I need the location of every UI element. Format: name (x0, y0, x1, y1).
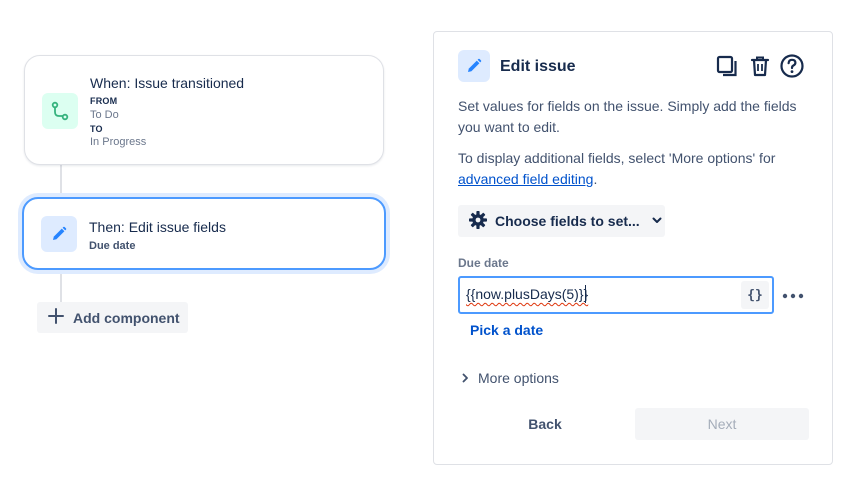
action-title: Then: Edit issue fields (89, 219, 226, 235)
duplicate-icon[interactable] (713, 52, 741, 80)
pick-a-date-link[interactable]: Pick a date (470, 322, 543, 338)
plus-icon (47, 307, 65, 328)
due-date-label: Due date (458, 256, 509, 270)
more-options-toggle[interactable]: More options (460, 370, 559, 386)
flow-connector-top (60, 165, 62, 197)
trigger-to-value: In Progress (90, 136, 147, 148)
chevron-down-icon (651, 213, 663, 229)
gear-icon (468, 210, 488, 233)
advanced-editing-suffix: . (593, 171, 598, 187)
chevron-right-icon (460, 370, 470, 386)
more-actions-icon[interactable] (780, 284, 806, 308)
trigger-from-label: FROM (90, 96, 118, 106)
edit-issue-panel: Edit issue Set values for fields on the … (433, 31, 833, 465)
add-component-button[interactable]: Add component (37, 302, 188, 333)
due-date-input[interactable]: {{now.plusDays(5)}} {} (458, 276, 774, 314)
trigger-title: When: Issue transitioned (90, 75, 245, 91)
trigger-to-label: TO (90, 124, 103, 134)
delete-icon[interactable] (746, 52, 774, 80)
trigger-from-value: To Do (90, 109, 119, 121)
more-options-label: More options (478, 370, 559, 386)
smart-value-button[interactable]: {} (741, 281, 769, 309)
advanced-field-editing-link[interactable]: advanced field editing (458, 171, 593, 187)
advanced-editing-text: To display additional fields, select 'Mo… (458, 150, 776, 166)
text-caret (585, 285, 586, 303)
choose-fields-button[interactable]: Choose fields to set... (458, 205, 665, 237)
advanced-editing-note: To display additional fields, select 'Mo… (458, 148, 798, 190)
panel-description: Set values for fields on the issue. Simp… (458, 98, 797, 135)
help-icon[interactable] (778, 52, 806, 80)
add-component-label: Add component (73, 309, 180, 326)
action-card[interactable]: Then: Edit issue fields Due date (22, 197, 386, 270)
pencil-icon (458, 50, 490, 82)
back-button[interactable]: Back (491, 408, 599, 440)
pencil-icon (41, 216, 77, 252)
transition-icon (42, 93, 78, 129)
flow-connector-bottom (60, 270, 62, 302)
due-date-value: {{now.plusDays(5)}} (466, 286, 589, 302)
next-button[interactable]: Next (635, 408, 809, 440)
choose-fields-label: Choose fields to set... (495, 213, 640, 229)
action-subtitle: Due date (89, 240, 136, 252)
panel-title: Edit issue (500, 58, 576, 75)
trigger-card[interactable]: When: Issue transitioned FROM To Do TO I… (24, 55, 384, 165)
